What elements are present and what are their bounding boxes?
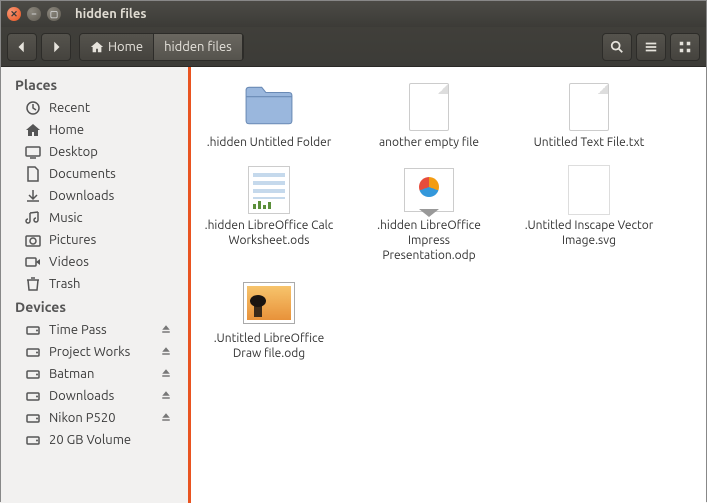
sidebar-item-label: Downloads (49, 189, 114, 203)
back-button[interactable] (7, 33, 37, 61)
download-icon (25, 188, 41, 204)
sidebar-item-pictures[interactable]: Pictures (1, 229, 188, 251)
sidebar-item-desktop[interactable]: Desktop (1, 141, 188, 163)
sidebar-item-time-pass[interactable]: Time Pass (1, 319, 188, 341)
view-grid-button[interactable] (670, 33, 700, 61)
drive-icon (25, 432, 41, 448)
file-label: .hidden LibreOffice Impress Presentation… (363, 218, 495, 263)
file-item[interactable]: Untitled Text File.txt (519, 79, 659, 154)
sidebar-item-label: Trash (49, 277, 80, 291)
blank-icon (561, 83, 617, 131)
sidebar-item-label: Batman (49, 367, 94, 381)
sidebar-item-label: Videos (49, 255, 89, 269)
file-label: .Untitled Inscape Vector Image.svg (523, 218, 655, 248)
toolbar: Home hidden files (1, 27, 706, 67)
sidebar-item-project-works[interactable]: Project Works (1, 341, 188, 363)
sidebar-item-home[interactable]: Home (1, 119, 188, 141)
drive-icon (25, 366, 41, 382)
breadcrumb-label: Home (108, 40, 143, 54)
trash-icon (25, 276, 41, 292)
desktop-icon (25, 144, 41, 160)
sidebar-item-downloads[interactable]: Downloads (1, 385, 188, 407)
file-item[interactable]: .hidden LibreOffice Impress Presentation… (359, 162, 499, 267)
sidebar-item-batman[interactable]: Batman (1, 363, 188, 385)
file-item[interactable]: .hidden Untitled Folder (199, 79, 339, 154)
sidebar-item-label: Project Works (49, 345, 130, 359)
draw-icon (241, 279, 297, 327)
sidebar-item-trash[interactable]: Trash (1, 273, 188, 295)
file-item[interactable]: another empty file (359, 79, 499, 154)
eject-icon[interactable] (160, 411, 174, 425)
breadcrumb-home[interactable]: Home (80, 34, 154, 60)
sidebar-item-label: Recent (49, 101, 90, 115)
file-view: .hidden Untitled Folder another empty fil… (191, 67, 706, 503)
sidebar-item-label: Music (49, 211, 83, 225)
sidebar-item-label: Time Pass (49, 323, 107, 337)
sidebar: Places Recent Home Desktop Documents Downloa… (1, 67, 191, 503)
file-item[interactable]: .hidden LibreOffice Calc Worksheet.ods (199, 162, 339, 267)
video-icon (25, 254, 41, 270)
home-icon (25, 122, 41, 138)
window-title: hidden files (75, 7, 146, 21)
drive-icon (25, 388, 41, 404)
blank-icon (401, 83, 457, 131)
drive-icon (25, 410, 41, 426)
svg-icon (561, 166, 617, 214)
sidebar-item-nikon-p520[interactable]: Nikon P520 (1, 407, 188, 429)
file-item[interactable]: .Untitled LibreOffice Draw file.odg (199, 275, 339, 365)
file-label: .hidden Untitled Folder (207, 135, 332, 150)
close-icon[interactable]: ✕ (7, 7, 21, 21)
sidebar-item-label: 20 GB Volume (49, 433, 131, 447)
sidebar-item-label: Home (49, 123, 84, 137)
eject-icon[interactable] (160, 389, 174, 403)
sidebar-item-20-gb-volume[interactable]: 20 GB Volume (1, 429, 188, 451)
sidebar-item-documents[interactable]: Documents (1, 163, 188, 185)
breadcrumb-label: hidden files (164, 40, 232, 54)
minimize-icon[interactable]: – (27, 7, 41, 21)
sidebar-item-label: Downloads (49, 389, 114, 403)
folder-icon (241, 83, 297, 131)
search-button[interactable] (602, 33, 632, 61)
impress-icon (401, 166, 457, 214)
titlebar: ✕ – ▢ hidden files (1, 1, 706, 27)
view-list-button[interactable] (636, 33, 666, 61)
music-icon (25, 210, 41, 226)
eject-icon[interactable] (160, 367, 174, 381)
sidebar-item-recent[interactable]: Recent (1, 97, 188, 119)
drive-icon (25, 344, 41, 360)
sidebar-item-label: Desktop (49, 145, 98, 159)
sidebar-item-downloads[interactable]: Downloads (1, 185, 188, 207)
window-controls: ✕ – ▢ (7, 7, 61, 21)
file-label: .hidden LibreOffice Calc Worksheet.ods (203, 218, 335, 248)
sidebar-item-label: Documents (49, 167, 116, 181)
maximize-icon[interactable]: ▢ (47, 7, 61, 21)
sidebar-item-label: Nikon P520 (49, 411, 116, 425)
sidebar-header-places: Places (1, 73, 188, 97)
calc-icon (241, 166, 297, 214)
clock-icon (25, 100, 41, 116)
drive-icon (25, 322, 41, 338)
file-item[interactable]: .Untitled Inscape Vector Image.svg (519, 162, 659, 267)
file-label: another empty file (379, 135, 479, 150)
eject-icon[interactable] (160, 323, 174, 337)
doc-icon (25, 166, 41, 182)
breadcrumb-current[interactable]: hidden files (154, 34, 243, 60)
file-label: .Untitled LibreOffice Draw file.odg (203, 331, 335, 361)
sidebar-item-music[interactable]: Music (1, 207, 188, 229)
sidebar-header-devices: Devices (1, 295, 188, 319)
eject-icon[interactable] (160, 345, 174, 359)
sidebar-item-label: Pictures (49, 233, 96, 247)
forward-button[interactable] (41, 33, 71, 61)
breadcrumb: Home hidden files (79, 33, 244, 61)
file-label: Untitled Text File.txt (534, 135, 645, 150)
sidebar-item-videos[interactable]: Videos (1, 251, 188, 273)
camera-icon (25, 232, 41, 248)
